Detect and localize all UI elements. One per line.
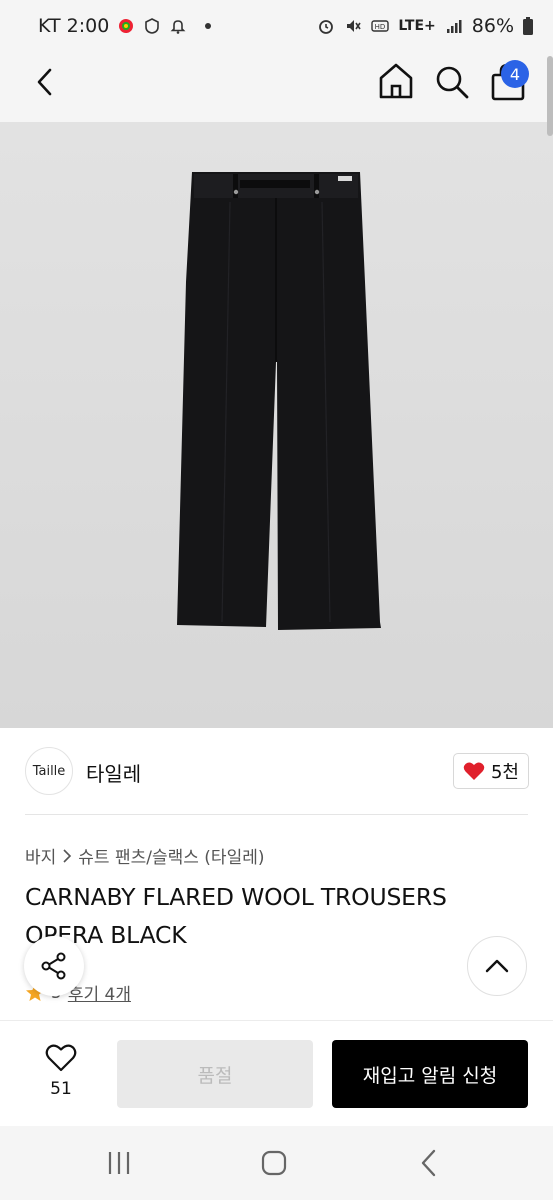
trousers-image — [177, 172, 381, 630]
share-icon — [41, 952, 66, 980]
bell-icon — [170, 20, 186, 34]
wishlist-count: 51 — [50, 1079, 72, 1099]
heart-outline-icon — [45, 1044, 77, 1072]
divider — [25, 814, 528, 815]
battery-icon — [523, 17, 533, 35]
shield-icon — [145, 18, 160, 34]
wishlist-button[interactable]: 51 — [38, 1043, 84, 1099]
app-notification-icon — [119, 19, 134, 33]
breadcrumb-category[interactable]: 바지 — [25, 843, 56, 868]
hd-voice-icon: HD — [371, 20, 390, 32]
brand-name[interactable]: 타일레 — [86, 758, 141, 787]
brand-like-count: 5천 — [490, 762, 519, 783]
breadcrumb-subcategory[interactable]: 슈트 팬츠/슬랙스 (타일레) — [78, 843, 264, 868]
brand-logo[interactable]: Taille — [25, 747, 73, 795]
app-header: 4 — [0, 52, 553, 122]
chevron-right-icon — [63, 848, 72, 863]
soldout-button: 품절 — [117, 1040, 313, 1108]
scrollbar[interactable] — [547, 56, 553, 136]
scroll-to-top-button[interactable] — [467, 936, 527, 996]
svg-text:HD: HD — [375, 23, 386, 31]
mute-icon — [347, 20, 361, 32]
chevron-up-icon — [485, 959, 509, 973]
share-button[interactable] — [24, 936, 84, 996]
search-icon[interactable] — [434, 64, 470, 100]
purchase-action-bar: 51 품절 재입고 알림 신청 — [0, 1021, 553, 1126]
breadcrumb: 바지 슈트 팬츠/슬랙스 (타일레) — [25, 843, 264, 868]
heart-filled-icon — [463, 762, 485, 780]
recent-apps-icon[interactable] — [106, 1150, 132, 1176]
more-notifications-dot — [205, 23, 212, 29]
signal-icon — [446, 20, 462, 33]
back-nav-icon[interactable] — [418, 1148, 440, 1178]
brand-like-button[interactable]: 5천 — [453, 753, 529, 789]
battery-percent: 86% — [471, 15, 514, 37]
cart-count-badge: 4 — [501, 60, 529, 88]
back-arrow-icon[interactable] — [30, 66, 62, 98]
status-bar: KT 2:00 HD LTE+ 86% — [0, 0, 553, 52]
brand-row: Taille 타일레 5천 — [0, 728, 553, 814]
system-nav-bar — [0, 1126, 553, 1200]
carrier-time: KT 2:00 — [38, 15, 110, 37]
restock-alert-button[interactable]: 재입고 알림 신청 — [332, 1040, 528, 1108]
product-image[interactable] — [0, 122, 553, 728]
home-nav-icon[interactable] — [261, 1150, 287, 1176]
product-title: CARNABY FLARED WOOL TROUSERS OPERA BLACK — [25, 883, 447, 949]
brand-logo-text: Taille — [32, 763, 66, 779]
network-type: LTE+ — [398, 18, 436, 34]
alarm-icon — [319, 20, 334, 34]
home-icon[interactable] — [378, 62, 414, 100]
